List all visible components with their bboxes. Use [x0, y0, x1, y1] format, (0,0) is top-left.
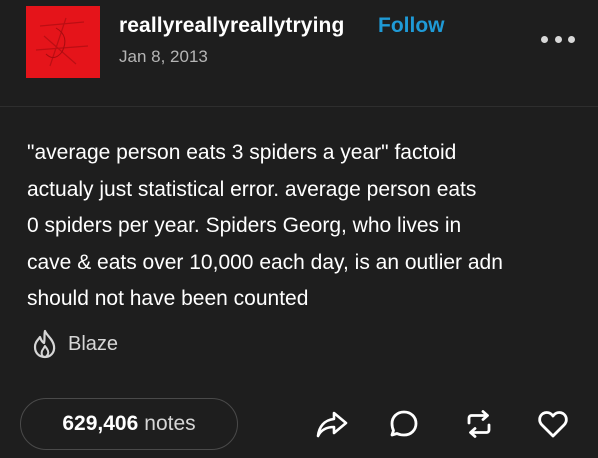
follow-button[interactable]: Follow: [378, 14, 445, 38]
share-icon[interactable]: [314, 406, 350, 442]
blaze-label: Blaze: [68, 332, 119, 355]
avatar[interactable]: [26, 6, 100, 78]
more-dot: [568, 35, 575, 43]
more-dot: [554, 35, 562, 43]
reblog-icon[interactable]: [461, 406, 497, 442]
username[interactable]: reallyreallyreallytrying: [119, 14, 344, 38]
post-date: Jan 8, 2013: [119, 47, 208, 66]
blaze-button[interactable]: Blaze: [32, 328, 118, 360]
reply-icon[interactable]: [386, 406, 422, 442]
post-header: reallyreallyreallytrying Follow Jan 8, 2…: [0, 0, 598, 106]
header-divider: [0, 106, 598, 107]
notes-button[interactable]: 629,406 notes: [20, 398, 238, 450]
post-body: "average person eats 3 spiders a year" f…: [27, 141, 503, 310]
more-dot: [541, 35, 548, 43]
more-options-icon[interactable]: [541, 34, 575, 44]
notes-count: 629,406: [62, 412, 139, 435]
flame-icon: [32, 329, 58, 359]
notes-label: notes: [144, 412, 196, 435]
like-icon[interactable]: [535, 406, 571, 442]
